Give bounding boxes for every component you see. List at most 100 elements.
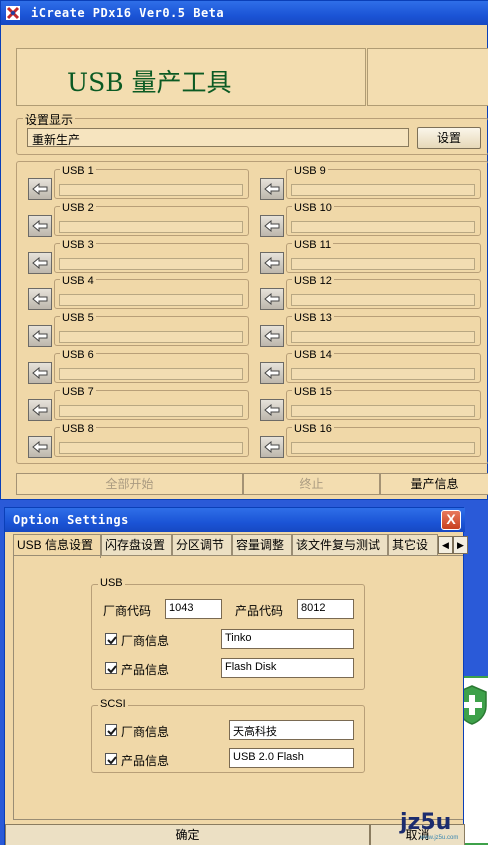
port-arrow-button[interactable] xyxy=(260,362,284,384)
port-progress-bar xyxy=(59,257,243,270)
watermark-url: www.jz5u.com xyxy=(420,835,459,841)
port-arrow-button[interactable] xyxy=(260,288,284,311)
port-label: USB 5 xyxy=(60,312,96,325)
usb-port-6: USB 6 xyxy=(28,349,253,384)
port-progress-bar xyxy=(291,331,475,344)
usb-port-3: USB 3 xyxy=(28,238,253,274)
ok-button[interactable]: 确定 xyxy=(5,824,370,845)
port-arrow-button[interactable] xyxy=(260,325,284,348)
port-arrow-button[interactable] xyxy=(28,362,52,384)
tab-scroll-left-button[interactable]: ◀ xyxy=(438,536,453,554)
vendor-code-input[interactable]: 1043 xyxy=(165,599,222,619)
port-arrow-button[interactable] xyxy=(260,214,284,237)
check-icon xyxy=(107,727,117,736)
port-label: USB 15 xyxy=(292,385,334,398)
tab-other[interactable]: 其它设 xyxy=(388,534,438,556)
usb-product-info-checkbox[interactable] xyxy=(105,662,117,674)
usb-port-10: USB 10 xyxy=(260,201,485,237)
port-arrow-button[interactable] xyxy=(260,251,284,274)
port-label: USB 9 xyxy=(292,165,328,177)
usb-port-12: USB 12 xyxy=(260,275,485,311)
usb-port-5: USB 5 xyxy=(28,312,253,348)
scsi-vendor-info-label: 厂商信息 xyxy=(121,725,170,739)
port-label: USB 12 xyxy=(292,275,334,288)
port-progress-bar xyxy=(59,294,243,307)
port-progress-bar xyxy=(59,184,243,196)
port-arrow-button[interactable] xyxy=(28,325,52,348)
port-progress-bar xyxy=(59,368,243,380)
tab-scroll-right-button[interactable]: ▶ xyxy=(453,536,468,554)
check-icon xyxy=(107,636,117,645)
port-label: USB 4 xyxy=(60,275,96,288)
port-arrow-button[interactable] xyxy=(28,251,52,274)
port-progress-bar xyxy=(291,220,475,233)
production-info-button[interactable]: 量产信息 xyxy=(380,473,488,495)
port-progress-bar xyxy=(291,441,475,454)
close-button[interactable]: X xyxy=(441,510,461,530)
usb-port-14: USB 14 xyxy=(260,349,485,384)
arrow-left-icon xyxy=(32,219,48,232)
port-arrow-button[interactable] xyxy=(28,398,52,421)
port-arrow-button[interactable] xyxy=(28,214,52,237)
usb-product-info-input[interactable]: Flash Disk xyxy=(221,658,354,678)
port-arrow-button[interactable] xyxy=(260,398,284,421)
scsi-product-info-input[interactable]: USB 2.0 Flash xyxy=(229,748,354,768)
watermark-logo: jz5u xyxy=(400,810,452,835)
stop-button[interactable]: 终止 xyxy=(243,473,380,495)
usb-port-15: USB 15 xyxy=(260,385,485,421)
scsi-group-label: SCSI xyxy=(98,698,128,710)
scsi-product-info-checkbox[interactable] xyxy=(105,753,117,765)
arrow-left-icon xyxy=(32,330,48,343)
arrow-left-icon xyxy=(264,367,280,379)
start-all-button[interactable]: 全部开始 xyxy=(16,473,243,495)
arrow-left-icon xyxy=(32,183,48,195)
arrow-left-icon xyxy=(264,256,280,269)
usb-group-label: USB xyxy=(98,577,125,589)
check-icon xyxy=(107,665,117,674)
tab-file-copy-test[interactable]: 该文件复与测试 xyxy=(292,534,388,556)
tab-strip: USB 信息设置 闪存盘设置 分区调节 容量调整 该文件复与测试 其它设 ◀ ▶ xyxy=(13,534,468,558)
port-progress-bar xyxy=(291,184,475,196)
port-progress-bar xyxy=(59,404,243,417)
vendor-code-label: 厂商代码 xyxy=(103,604,152,618)
port-arrow-button[interactable] xyxy=(28,288,52,311)
usb-vendor-info-label: 厂商信息 xyxy=(121,634,170,648)
arrow-left-icon xyxy=(32,403,48,416)
port-progress-bar xyxy=(59,441,243,454)
tab-partition[interactable]: 分区调节 xyxy=(172,534,232,556)
port-arrow-button[interactable] xyxy=(260,178,284,200)
app-icon xyxy=(6,6,20,20)
header-title: USB 量产工具 xyxy=(67,68,232,97)
tab-flash-disk[interactable]: 闪存盘设置 xyxy=(101,534,172,556)
arrow-left-icon xyxy=(32,367,48,379)
options-window: Option Settings X USB 信息设置 闪存盘设置 分区调节 容量… xyxy=(4,507,468,845)
usb-vendor-info-checkbox[interactable] xyxy=(105,633,117,645)
product-code-input[interactable]: 8012 xyxy=(297,599,354,619)
usb-port-7: USB 7 xyxy=(28,385,253,421)
arrow-left-icon xyxy=(32,256,48,269)
scsi-vendor-info-checkbox[interactable] xyxy=(105,724,117,736)
product-code-label: 产品代码 xyxy=(235,604,284,618)
scsi-vendor-info-input[interactable]: 天高科技 xyxy=(229,720,354,740)
arrow-left-icon xyxy=(32,293,48,306)
port-arrow-button[interactable] xyxy=(260,435,284,458)
port-arrow-button[interactable] xyxy=(28,178,52,200)
options-title-bar[interactable]: Option Settings X xyxy=(5,508,465,532)
port-progress-bar xyxy=(291,257,475,270)
port-label: USB 3 xyxy=(60,238,96,251)
port-arrow-button[interactable] xyxy=(28,435,52,458)
usb-vendor-info-input[interactable]: Tinko xyxy=(221,629,354,649)
port-label: USB 13 xyxy=(292,312,334,325)
port-label: USB 8 xyxy=(60,422,96,435)
main-title-bar[interactable]: iCreate PDx16 Ver0.5 Beta xyxy=(1,1,488,25)
arrow-left-icon xyxy=(264,219,280,232)
port-label: USB 2 xyxy=(60,201,96,214)
settings-display-field[interactable]: 重新生产 xyxy=(27,128,409,147)
tab-capacity[interactable]: 容量调整 xyxy=(232,534,292,556)
arrow-left-icon xyxy=(264,330,280,343)
usb-port-4: USB 4 xyxy=(28,275,253,311)
header-panel: USB 量产工具 xyxy=(16,48,366,106)
main-window-title: iCreate PDx16 Ver0.5 Beta xyxy=(31,6,225,20)
port-label: USB 11 xyxy=(292,238,334,251)
settings-button[interactable]: 设置 xyxy=(417,127,481,149)
